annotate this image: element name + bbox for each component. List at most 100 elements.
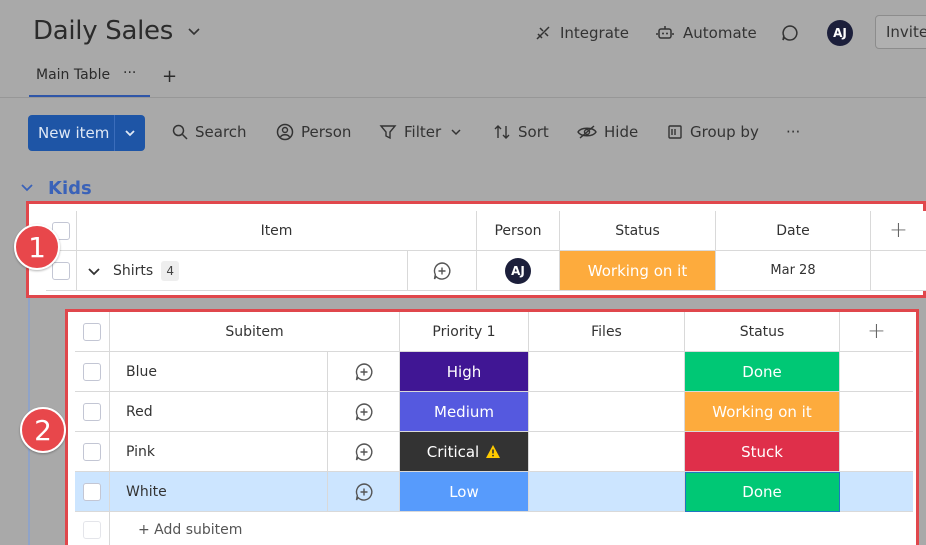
add-update-icon [433,261,451,280]
search-button[interactable]: Search [172,123,247,141]
group-title[interactable]: Kids [48,178,92,199]
subitem-checkbox-cell [75,432,110,472]
chevron-down-icon [125,130,135,137]
subitem-checkbox-cell [75,472,110,512]
add-update-icon [355,442,372,461]
eye-off-icon [577,125,597,139]
tab-main-table[interactable]: Main Table [36,67,110,83]
chat-bubble-icon [782,25,798,41]
status-label: Stuck [741,442,783,461]
add-view-icon[interactable]: + [162,66,177,87]
item-date-cell[interactable]: Mar 28 [716,251,871,291]
status-label: Done [742,482,782,501]
sort-label: Sort [518,123,549,141]
subitem-name-cell[interactable]: Red [110,392,328,432]
subitem-status-cell[interactable]: Stuck [685,432,840,472]
subitem-updates-cell[interactable] [328,352,400,392]
user-avatar[interactable]: AJ [827,20,853,46]
subitem-checkbox-cell [75,352,110,392]
filter-icon [379,125,397,140]
avatar: AJ [505,257,531,284]
row-checkbox[interactable] [52,261,70,280]
sort-button[interactable]: Sort [493,123,549,141]
integrate-icon [536,26,550,40]
column-header-date[interactable]: Date [716,211,871,251]
item-name: Shirts [113,262,154,279]
subitem-checkbox[interactable] [83,442,101,461]
priority-label: High [446,362,482,381]
subitem-checkbox[interactable] [83,402,101,421]
subitem-updates-cell[interactable] [328,432,400,472]
subitem-updates-cell[interactable] [328,392,400,432]
subitem-checkbox[interactable] [83,482,101,501]
filter-button[interactable]: Filter [379,123,468,141]
invite-button[interactable]: Invite [875,15,926,49]
automate-button[interactable]: Automate [655,20,757,46]
subitem-priority-cell[interactable]: Medium [400,392,529,432]
column-header-person[interactable]: Person [477,211,560,251]
add-subitem-column-button[interactable]: + [840,312,913,352]
add-update-icon [355,402,372,421]
add-subitem-input[interactable]: + Add subitem [110,512,913,545]
select-all-subitems-checkbox[interactable] [83,322,101,341]
subitem-files-cell[interactable] [529,472,685,512]
subitem-status-cell[interactable]: Working on it [685,392,840,432]
priority-label: Low [449,482,479,501]
subitem-count-badge[interactable]: 4 [161,260,180,281]
subitem-priority-cell[interactable]: Critical [400,432,529,472]
new-item-button[interactable]: New item [28,115,145,151]
tab-more-icon[interactable]: ··· [123,65,136,81]
subitem-priority-cell[interactable]: High [400,352,529,392]
board-header-actions: Integrate Automate AJ [0,20,926,48]
column-header-priority[interactable]: Priority 1 [400,312,529,352]
column-header-status[interactable]: Status [560,211,716,251]
more-icon: ··· [786,123,801,141]
subitem-name: Red [126,403,153,420]
new-item-dropdown[interactable] [115,127,145,139]
view-tabs: Main Table ··· + [0,62,926,98]
chevron-down-icon[interactable] [20,180,34,194]
person-filter-button[interactable]: Person [276,123,351,141]
chevron-down-icon[interactable] [87,264,101,278]
add-column-button[interactable]: + [871,211,926,251]
hide-button[interactable]: Hide [577,123,638,141]
more-toolbar-button[interactable]: ··· [786,123,800,141]
updates-button[interactable] [780,20,808,46]
subitem-checkbox[interactable] [83,362,101,381]
group-by-button[interactable]: Group by [667,123,759,141]
subitem-checkbox-cell [75,392,110,432]
avatar: AJ [827,20,853,46]
subitem-name-cell[interactable]: Pink [110,432,328,472]
subitem-files-cell[interactable] [529,432,685,472]
add-subitem-checkbox-cell [75,512,110,545]
item-name-cell[interactable]: Shirts 4 [77,251,407,291]
item-updates-cell[interactable] [407,251,477,291]
column-header-subitem[interactable]: Subitem [110,312,400,352]
subitem-header-checkbox-cell [75,312,110,352]
column-header-subitem-status[interactable]: Status [685,312,840,352]
items-table: Item Person Status Date + Shirts 4 AJ Wo… [46,211,926,291]
item-person-cell[interactable]: AJ [477,251,560,291]
highlight-item-table: Item Person Status Date + Shirts 4 AJ Wo… [26,201,926,298]
subitem-updates-cell[interactable] [328,472,400,512]
subitem-status-cell[interactable]: Done [685,352,840,392]
add-update-icon [355,482,372,501]
subitem-files-cell[interactable] [529,352,685,392]
item-status-cell[interactable]: Working on it [560,251,716,291]
subitem-name-cell[interactable]: Blue [110,352,328,392]
column-header-item[interactable]: Item [77,211,477,251]
subitem-priority-cell[interactable]: Low [400,472,529,512]
callout-badge-2: 2 [20,407,66,453]
subitem-name-cell[interactable]: White [110,472,328,512]
integrate-button[interactable]: Integrate [534,20,629,46]
warning-icon [486,445,501,458]
item-empty-cell [871,251,926,291]
subitem-files-cell[interactable] [529,392,685,432]
person-icon [276,123,294,141]
search-icon [172,124,188,140]
subitem-status-cell[interactable]: Done [685,472,840,512]
subitem-name: White [126,483,167,500]
search-label: Search [195,123,247,141]
column-header-files[interactable]: Files [529,312,685,352]
status-label: Working on it [712,402,812,421]
